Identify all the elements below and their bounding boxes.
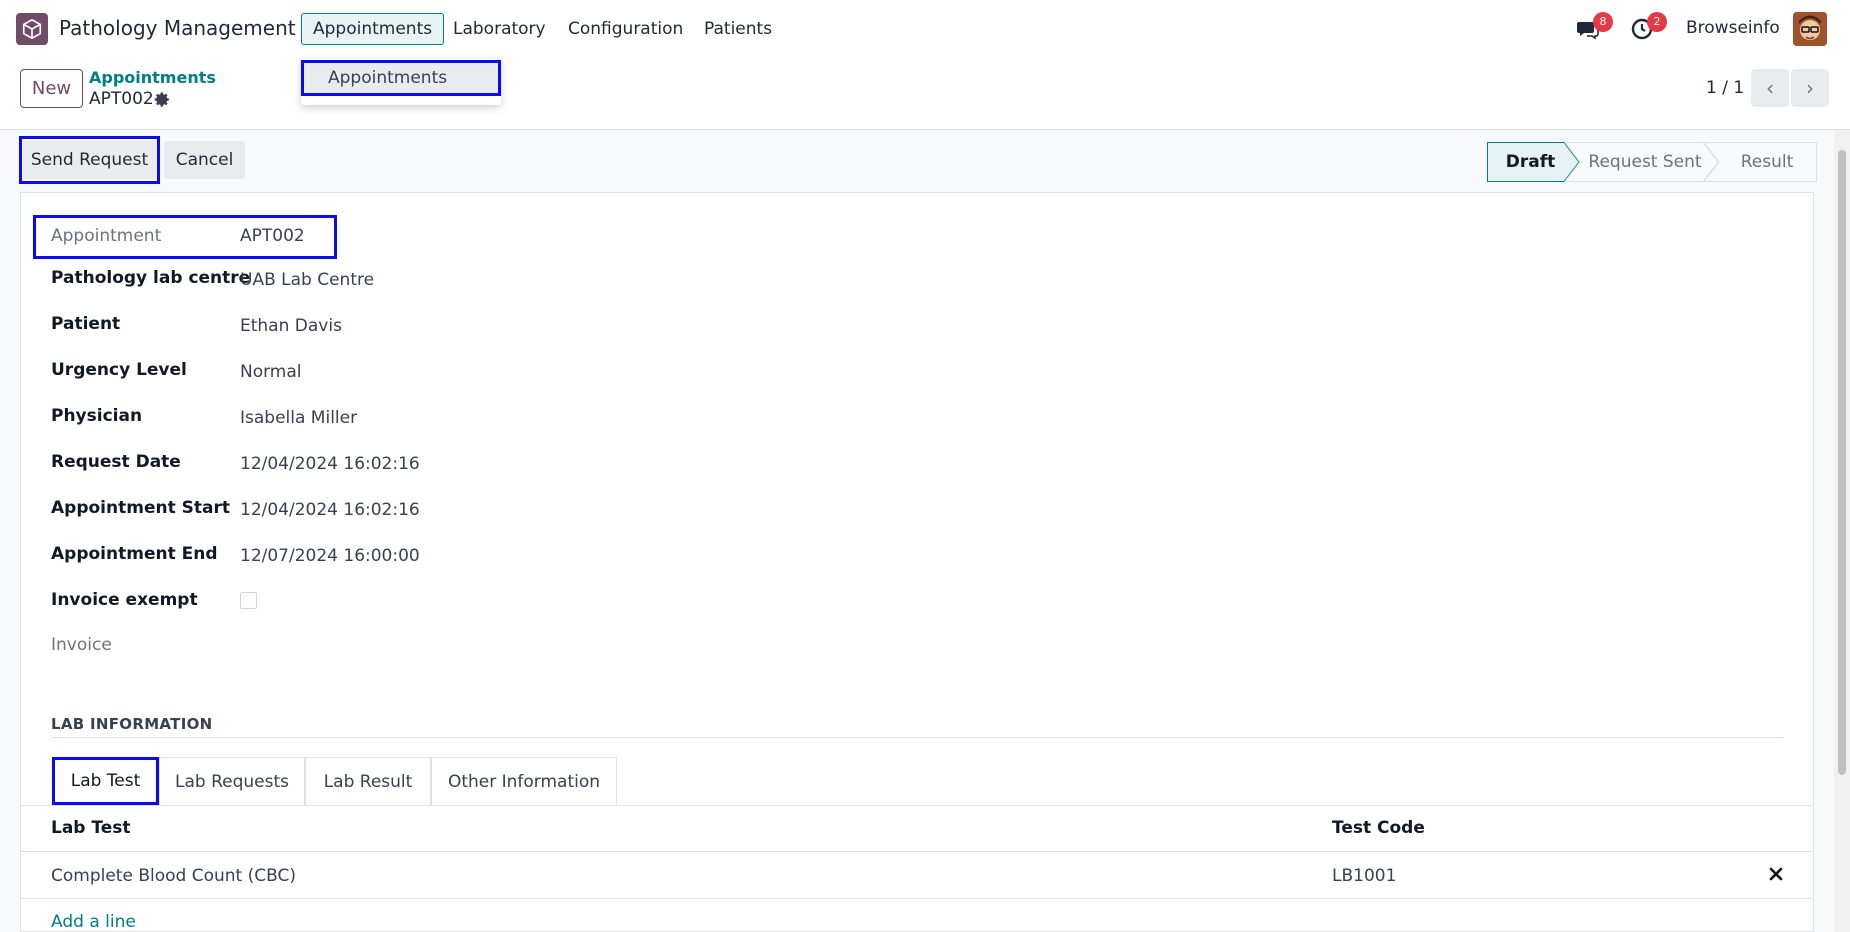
send-request-button[interactable]: Send Request [23,141,156,179]
field-value-request-date[interactable]: 12/04/2024 16:02:16 [240,454,420,474]
lab-information-title: LAB INFORMATION [51,715,213,733]
field-label-lab-centre: Pathology lab centre [51,268,251,288]
activities-badge: 2 [1647,12,1667,32]
app-name[interactable]: Pathology Management [59,16,296,40]
gear-icon[interactable] [154,91,171,108]
cell-test-code[interactable]: LB1001 [1332,866,1396,886]
field-value-appointment-start[interactable]: 12/04/2024 16:02:16 [240,500,420,520]
app-logo-icon[interactable] [16,13,48,45]
column-header-test-code[interactable]: Test Code [1332,818,1425,838]
invoice-exempt-checkbox[interactable] [240,592,257,609]
table-row-divider [21,898,1814,899]
field-value-lab-centre[interactable]: UAB Lab Centre [240,270,374,290]
breadcrumb-appointments[interactable]: Appointments [89,68,216,87]
scrollbar-thumb[interactable] [1838,150,1846,775]
field-label-appointment-start: Appointment Start [51,498,230,518]
appointments-dropdown: Appointments [301,58,501,105]
field-value-patient[interactable]: Ethan Davis [240,316,342,336]
stage-request-sent[interactable]: Request Sent [1577,142,1713,182]
field-value-urgency[interactable]: Normal [240,362,302,382]
tab-lab-result[interactable]: Lab Result [305,757,431,805]
field-value-appointment[interactable]: APT002 [240,226,305,246]
stage-result[interactable]: Result [1717,142,1817,182]
top-navbar: Pathology Management Appointments Labora… [0,0,1850,58]
user-avatar[interactable] [1793,12,1827,46]
tabs-divider [21,805,1814,806]
tab-other-information[interactable]: Other Information [431,757,617,805]
pager-next-button[interactable]: › [1791,69,1829,107]
pager-previous-button[interactable]: ‹ [1751,69,1789,107]
menu-patients[interactable]: Patients [692,13,784,45]
field-label-appointment: Appointment [51,226,162,246]
pager-value[interactable]: 1 / 1 [1706,78,1744,98]
tab-lab-test[interactable]: Lab Test [52,757,159,805]
cell-lab-test[interactable]: Complete Blood Count (CBC) [51,866,296,886]
user-name[interactable]: Browseinfo [1686,18,1780,38]
field-label-invoice-exempt: Invoice exempt [51,590,198,610]
field-label-invoice: Invoice [51,635,112,655]
delete-row-icon[interactable] [1768,866,1784,882]
menu-configuration[interactable]: Configuration [556,13,695,45]
tab-lab-requests[interactable]: Lab Requests [159,757,305,805]
table-header-divider [21,851,1814,852]
add-a-line-link[interactable]: Add a line [51,912,136,932]
field-value-appointment-end[interactable]: 12/07/2024 16:00:00 [240,546,420,566]
messages-badge: 8 [1593,12,1613,32]
menu-laboratory[interactable]: Laboratory [441,13,558,45]
new-button[interactable]: New [20,69,83,108]
field-label-request-date: Request Date [51,452,181,472]
field-value-physician[interactable]: Isabella Miller [240,408,357,428]
record-name: APT002 [89,89,154,109]
field-label-urgency: Urgency Level [51,360,187,380]
menu-appointments[interactable]: Appointments [301,13,445,45]
field-label-appointment-end: Appointment End [51,544,218,564]
stage-draft[interactable]: Draft [1487,142,1574,182]
section-divider [51,737,1784,738]
field-label-patient: Patient [51,314,121,334]
dropdown-item-appointments[interactable]: Appointments [301,60,501,96]
cancel-button[interactable]: Cancel [164,141,245,179]
field-label-physician: Physician [51,406,143,426]
chevron-right-icon: › [1806,76,1814,100]
chevron-left-icon: ‹ [1766,76,1774,100]
column-header-lab-test[interactable]: Lab Test [51,818,131,838]
